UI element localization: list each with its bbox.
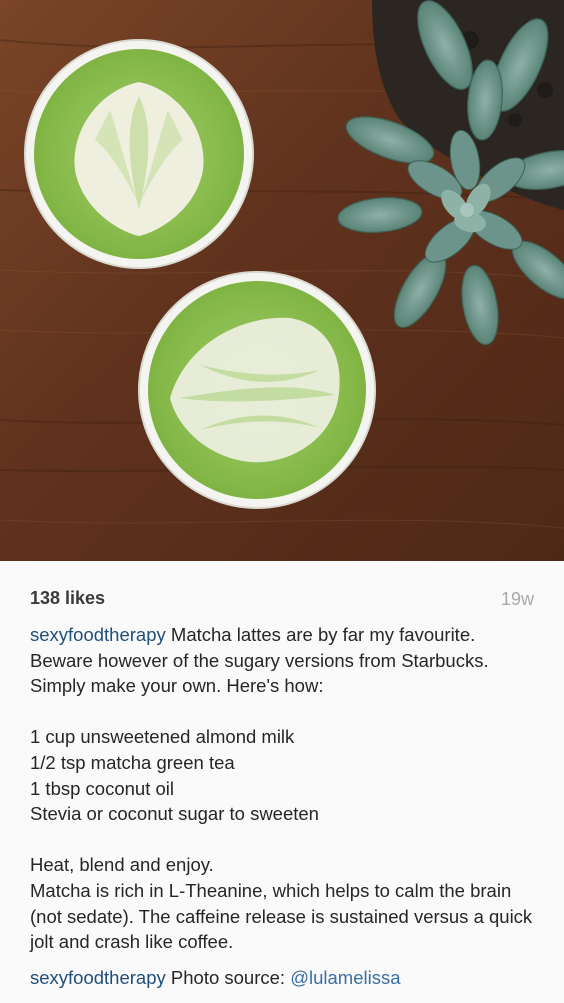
matcha-latte-cup-top (24, 39, 254, 269)
post-age: 19w (500, 589, 534, 609)
likes-count[interactable]: 138 likes (30, 588, 105, 609)
matcha-latte-cup-bottom (138, 271, 376, 509)
post-photo[interactable] (0, 0, 564, 561)
post-meta-row: 138 likes 19w (30, 588, 534, 612)
user-mention-link[interactable]: @lulamelissa (290, 967, 400, 988)
post-details: 138 likes 19w sexyfoodtherapy Matcha lat… (0, 561, 564, 1003)
photo-source-comment: sexyfoodtherapy Photo source: @lulamelis… (30, 965, 542, 991)
comment-text: Matcha lattes are by far my favourite. B… (30, 624, 533, 953)
comment-username[interactable]: sexyfoodtherapy (30, 967, 166, 988)
caption-comment: sexyfoodtherapy Matcha lattes are by far… (30, 622, 542, 955)
comment-text: Photo source: (170, 967, 291, 988)
comment-username[interactable]: sexyfoodtherapy (30, 624, 166, 645)
